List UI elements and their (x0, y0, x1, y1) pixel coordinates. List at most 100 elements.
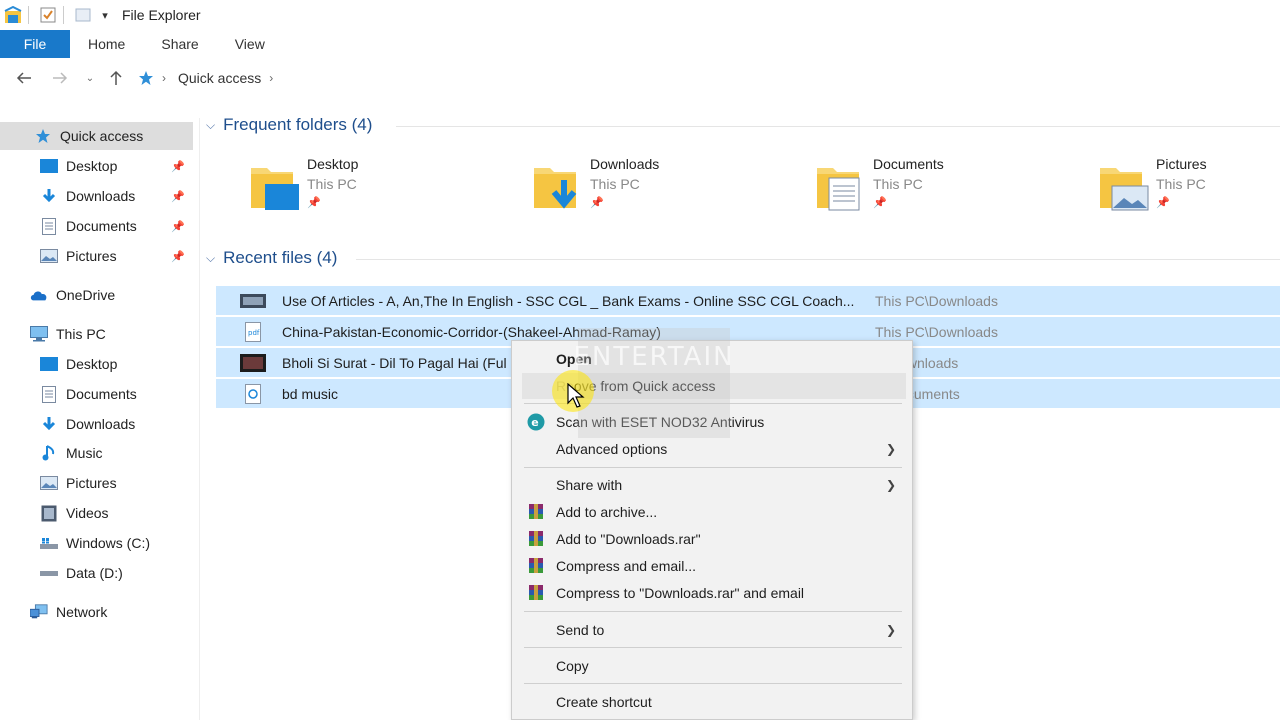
winrar-icon (526, 556, 546, 576)
forward-button[interactable] (46, 64, 74, 92)
onedrive-icon (30, 286, 48, 304)
frequent-folders-header[interactable]: ⌵ Frequent folders (4) (206, 115, 372, 135)
back-button[interactable] (10, 64, 38, 92)
menu-item-label: Send to (556, 622, 605, 638)
table-row[interactable]: Use Of Articles - A, An,The In English -… (216, 286, 1280, 315)
window-title: File Explorer (122, 7, 201, 23)
drive-icon (40, 534, 58, 552)
menu-item-compress-and-email[interactable]: Compress and email... (522, 553, 906, 579)
sidebar-item-label: Downloads (66, 188, 136, 204)
menu-separator (524, 683, 902, 684)
pin-icon: 📌 (171, 160, 185, 173)
menu-item-label: Copy (556, 658, 589, 674)
chevron-right-icon: ❯ (885, 442, 896, 456)
sidebar-item-documents[interactable]: Documents (0, 380, 193, 408)
svg-text:pdf: pdf (248, 329, 260, 337)
breadcrumb-chevron-icon[interactable]: › (162, 71, 166, 85)
tab-home[interactable]: Home (70, 30, 143, 58)
pin-icon: 📌 (171, 250, 185, 263)
network-icon (30, 603, 48, 621)
breadcrumb-quick-access[interactable]: Quick access (178, 70, 261, 86)
sidebar-item-documents-pinned[interactable]: Documents 📌 (0, 212, 193, 240)
navigation-pane: Quick access Desktop 📌 Downloads 📌 Docum… (0, 118, 200, 720)
pin-icon: 📌 (171, 190, 185, 203)
this-pc-icon (30, 325, 48, 343)
folder-tile-documents[interactable]: Documents This PC 📌 (815, 156, 1075, 216)
watermark-overlay: ENTERTAIN (573, 328, 733, 438)
menu-item-advanced-options[interactable]: Advanced options ❯ (522, 436, 906, 462)
sidebar-item-music[interactable]: Music (0, 439, 193, 467)
video-file-icon (240, 291, 266, 311)
properties-icon[interactable] (39, 6, 57, 24)
sidebar-item-label: Network (56, 604, 108, 620)
explorer-app-icon (4, 6, 22, 24)
chevron-down-icon[interactable]: ⌵ (206, 118, 215, 133)
sidebar-item-videos[interactable]: Videos (0, 499, 193, 527)
folder-location: This PC (1156, 176, 1206, 192)
menu-item-label: Share with (556, 477, 623, 493)
sidebar-item-label: Data (D:) (66, 565, 123, 581)
file-name: Bholi Si Surat - Dil To Pagal Hai (Ful (282, 354, 507, 371)
downloads-folder-icon (532, 162, 584, 209)
tab-file[interactable]: File (0, 30, 70, 58)
chevron-down-icon[interactable]: ⌵ (206, 251, 215, 266)
sidebar-item-onedrive[interactable]: OneDrive (0, 281, 193, 309)
sidebar-item-data-d[interactable]: Data (D:) (0, 559, 193, 587)
folder-location: This PC (873, 176, 923, 192)
chevron-right-icon: ❯ (885, 623, 896, 637)
menu-item-label: Compress and email... (556, 558, 697, 574)
sidebar-item-label: Music (66, 445, 103, 461)
up-button[interactable] (102, 64, 130, 92)
menu-item-copy[interactable]: Copy (522, 653, 906, 679)
menu-item-add-to-archive[interactable]: Add to archive... (522, 499, 906, 525)
quick-access-star-icon (138, 70, 154, 86)
sidebar-item-quick-access[interactable]: Quick access (0, 122, 193, 150)
video-file-icon (240, 353, 266, 373)
menu-item-send-to[interactable]: Send to ❯ (522, 617, 906, 643)
menu-item-add-to-downloads-rar[interactable]: Add to "Downloads.rar" (522, 526, 906, 552)
breadcrumb-chevron-icon[interactable]: › (269, 71, 273, 85)
address-field[interactable]: › Quick access › (130, 64, 1280, 92)
menu-item-share-with[interactable]: Share with ❯ (522, 472, 906, 498)
pin-icon: 📌 (171, 220, 185, 233)
sidebar-item-desktop[interactable]: Desktop (0, 350, 193, 378)
sidebar-item-windows-c[interactable]: Windows (C:) (0, 529, 193, 557)
tab-view[interactable]: View (217, 30, 283, 58)
sidebar-item-pictures[interactable]: Pictures (0, 469, 193, 497)
pin-icon: 📌 (307, 197, 321, 209)
recent-locations-dropdown[interactable]: ⌄ (76, 64, 104, 92)
mouse-pointer-icon (567, 382, 587, 409)
videos-icon (40, 504, 58, 522)
title-bar: ▾ File Explorer (0, 0, 1280, 30)
folder-name: Downloads (590, 156, 660, 172)
sidebar-item-downloads[interactable]: Downloads (0, 410, 193, 438)
tab-share[interactable]: Share (143, 30, 216, 58)
sidebar-item-downloads-pinned[interactable]: Downloads 📌 (0, 182, 193, 210)
sidebar-item-label: Pictures (66, 475, 117, 491)
winrar-icon (526, 502, 546, 522)
ribbon-tabs: File Home Share View (0, 30, 1280, 58)
sidebar-item-pictures-pinned[interactable]: Pictures 📌 (0, 242, 193, 270)
menu-separator (524, 647, 902, 648)
toolbar-separator (28, 6, 29, 24)
customize-toolbar-dropdown-icon[interactable]: ▾ (96, 6, 114, 24)
folder-name: Pictures (1156, 156, 1207, 172)
pin-icon: 📌 (873, 197, 887, 209)
menu-separator (524, 467, 902, 468)
new-folder-icon[interactable] (74, 6, 92, 24)
svg-text:e: e (531, 416, 538, 429)
divider (396, 126, 1280, 127)
sidebar-item-network[interactable]: Network (0, 598, 193, 626)
menu-item-create-shortcut[interactable]: Create shortcut (522, 689, 906, 715)
sidebar-item-this-pc[interactable]: This PC (0, 320, 193, 348)
folder-tile-downloads[interactable]: Downloads This PC 📌 (532, 156, 792, 216)
sidebar-item-desktop-pinned[interactable]: Desktop 📌 (0, 152, 193, 180)
folder-tile-pictures[interactable]: Pictures This PC 📌 (1098, 156, 1280, 216)
downloads-icon (40, 415, 58, 433)
menu-item-compress-to-rar-and-email[interactable]: Compress to "Downloads.rar" and email (522, 580, 906, 606)
sidebar-item-label: Desktop (66, 356, 118, 372)
menu-item-label: Compress to "Downloads.rar" and email (556, 585, 805, 601)
folder-tile-desktop[interactable]: Desktop This PC 📌 (249, 156, 509, 216)
recent-files-header[interactable]: ⌵ Recent files (4) (206, 248, 337, 268)
sidebar-item-label: Windows (C:) (66, 535, 151, 551)
